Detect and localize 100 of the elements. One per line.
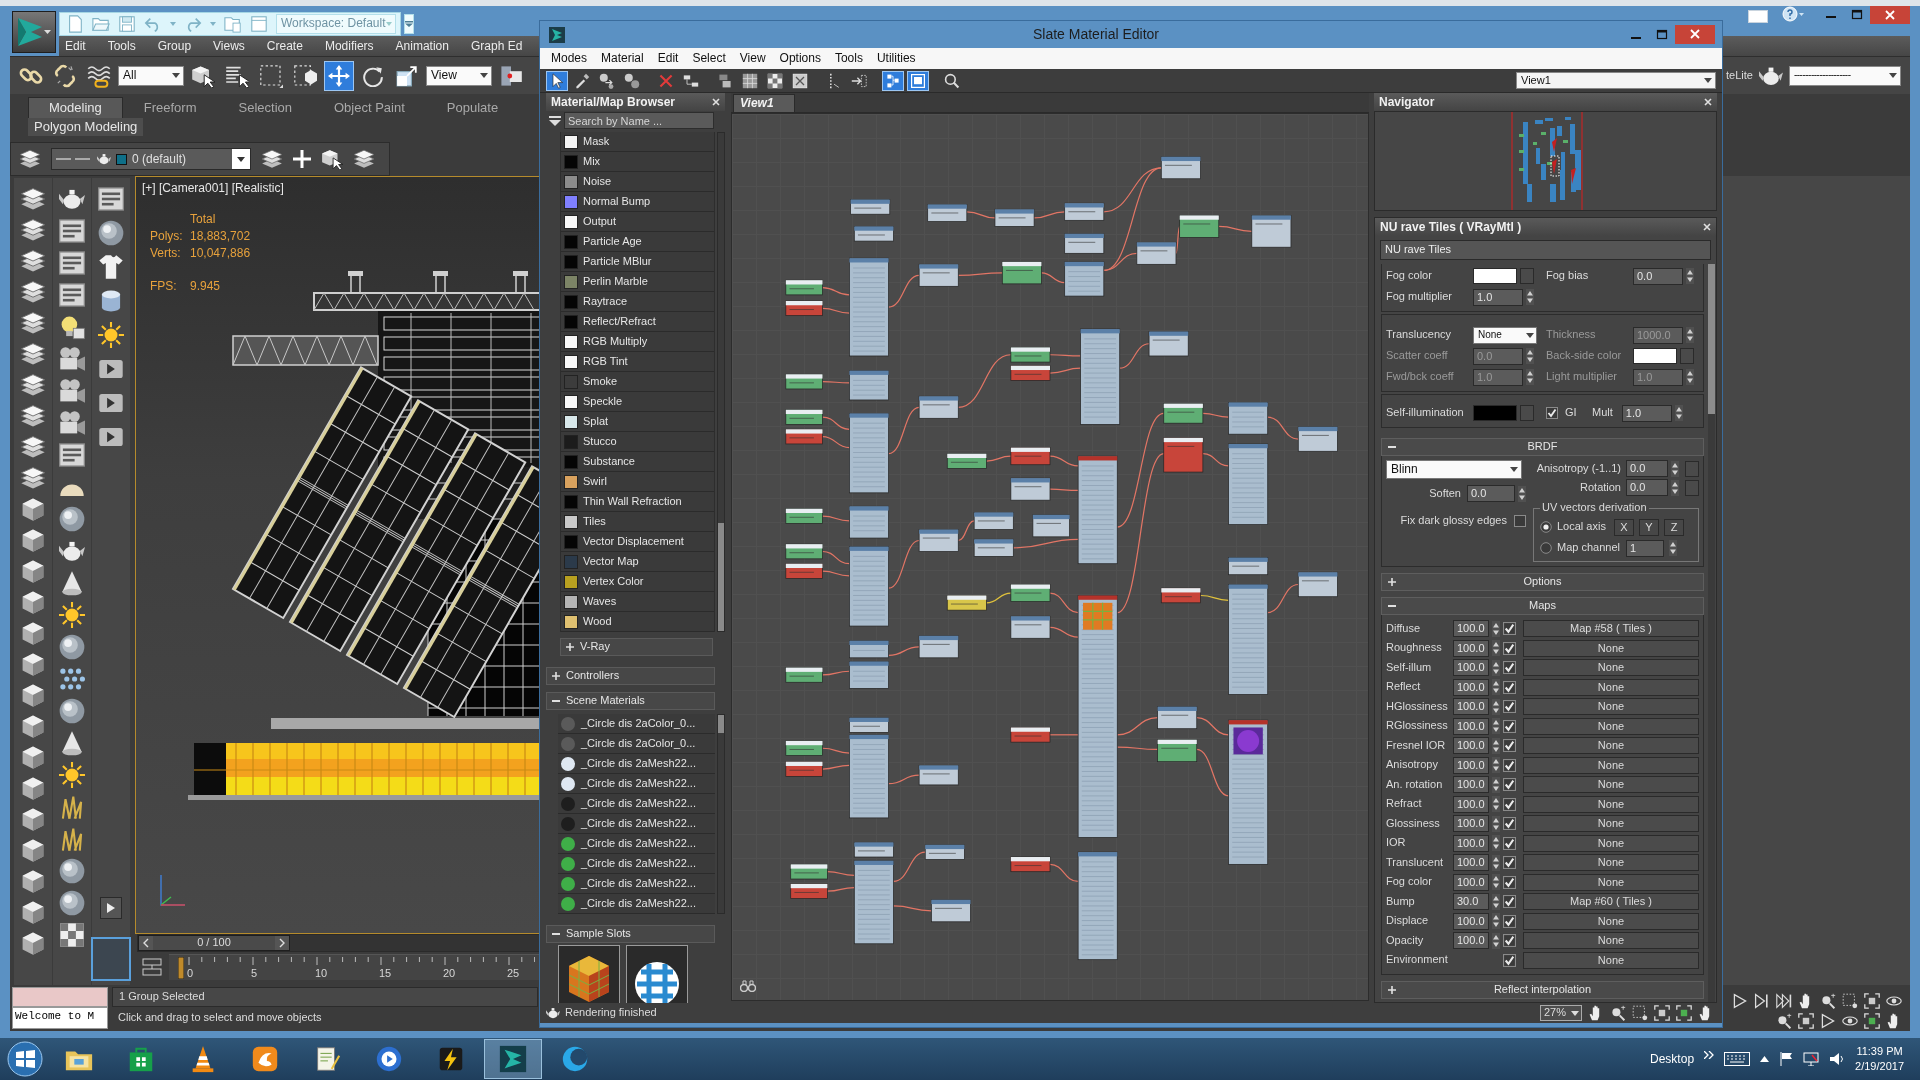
close-icon[interactable]	[1704, 98, 1712, 106]
layers-icon[interactable]	[20, 403, 46, 429]
checker-icon[interactable]	[59, 922, 85, 948]
material-name-field[interactable]: NU rave Tiles	[1380, 240, 1711, 260]
map-type-item[interactable]: Substance	[561, 452, 714, 472]
graph-node[interactable]	[1228, 719, 1269, 865]
sun-icon[interactable]	[59, 602, 85, 628]
graph-node[interactable]	[1179, 215, 1220, 238]
cube-icon[interactable]	[20, 899, 46, 925]
graph-node[interactable]	[1010, 447, 1051, 466]
graph-node[interactable]	[1010, 477, 1051, 501]
section-header[interactable]: Sample Slots	[546, 925, 715, 943]
cube-icon[interactable]	[20, 589, 46, 615]
map-type-item[interactable]: Reflect/Refract	[561, 312, 714, 332]
color-swatch[interactable]	[1473, 405, 1517, 421]
dashed-rectangle-icon[interactable]	[259, 63, 283, 88]
graph-node[interactable]	[849, 257, 889, 357]
graph-node[interactable]	[1001, 261, 1042, 285]
number-field[interactable]: 100.0	[1453, 756, 1489, 774]
cube-icon[interactable]	[20, 527, 46, 553]
ribbon-tab[interactable]: Object Paint	[313, 96, 426, 118]
spinner-arrows-icon[interactable]	[1492, 932, 1500, 949]
graph-node[interactable]	[1077, 595, 1118, 838]
cube-icon[interactable]	[20, 713, 46, 739]
map-slot-button[interactable]: None	[1523, 854, 1699, 871]
layers-icon[interactable]	[20, 186, 46, 212]
color-swatch[interactable]	[1473, 268, 1517, 284]
close-icon[interactable]	[1703, 223, 1711, 231]
spinner-arrows-icon[interactable]	[1492, 776, 1500, 793]
layers-icon[interactable]	[20, 217, 46, 243]
panel-icon[interactable]	[59, 442, 85, 468]
map-slot-button[interactable]: None	[1523, 873, 1699, 891]
layers-icon[interactable]	[20, 279, 46, 305]
map-type-item[interactable]: Tiles	[561, 512, 714, 532]
listener-input-field[interactable]	[12, 987, 108, 1007]
shirt-icon[interactable]	[98, 254, 124, 280]
number-field[interactable]: 100.0	[1453, 620, 1489, 637]
graph-node[interactable]	[1228, 443, 1269, 525]
number-field[interactable]: 100.0	[1453, 932, 1489, 949]
menu-item[interactable]: Animation	[384, 38, 460, 54]
scene-material-item[interactable]: _Circle dis 2aMesh22...	[558, 774, 715, 794]
spinner-arrows-icon[interactable]	[1492, 737, 1500, 754]
application-button[interactable]	[12, 11, 56, 53]
toolbar-label[interactable]: teLite	[1726, 68, 1753, 83]
graph-node[interactable]	[1032, 514, 1070, 538]
ribbon-tab[interactable]: Freeform	[122, 96, 218, 118]
map-slot-button[interactable]: None	[1523, 815, 1699, 832]
graph-node[interactable]	[785, 279, 823, 296]
checkbox[interactable]	[1503, 778, 1516, 791]
map-type-item[interactable]: Mix	[561, 152, 714, 172]
layers-icon[interactable]	[20, 465, 46, 491]
map-type-item[interactable]: Vector Map	[561, 552, 714, 572]
sphere-icon[interactable]	[59, 858, 85, 884]
last-frame-icon[interactable]	[1776, 993, 1792, 1009]
cube-icon[interactable]	[20, 775, 46, 801]
spinner-arrows-icon[interactable]	[1492, 854, 1500, 871]
previous-frame-button[interactable]	[139, 936, 153, 950]
scene-material-item[interactable]: _Circle dis 2aMesh22...	[558, 754, 715, 774]
map-type-item[interactable]: Vertex Color	[561, 572, 714, 592]
panel-icon[interactable]	[98, 186, 124, 212]
radio-button[interactable]	[1540, 542, 1552, 555]
customize-button[interactable]	[403, 13, 414, 34]
time-slider-track[interactable]: 0 / 100	[137, 934, 540, 952]
panel-icon[interactable]	[59, 218, 85, 244]
cube-icon[interactable]	[20, 930, 46, 956]
taskbar-app-button[interactable]	[484, 1039, 542, 1079]
spinner-arrows-icon[interactable]	[1674, 405, 1683, 421]
spinner-arrows-icon[interactable]	[1492, 679, 1500, 695]
checkbox[interactable]	[1503, 622, 1516, 635]
number-field[interactable]: 100.0	[1453, 795, 1489, 813]
cube-icon[interactable]	[20, 682, 46, 708]
map-type-item[interactable]: Mask	[561, 132, 714, 152]
spinner-arrows-icon[interactable]	[1492, 893, 1500, 910]
number-field[interactable]: 100.0	[1453, 873, 1489, 891]
number-field[interactable]: 0.0	[1626, 460, 1668, 477]
spinner-arrows-icon[interactable]	[1492, 757, 1500, 773]
map-slot-button[interactable]: None	[1523, 639, 1699, 657]
chevrons-icon[interactable]	[1704, 1051, 1715, 1059]
checkbox[interactable]	[1503, 797, 1516, 811]
graph-node[interactable]	[849, 640, 889, 659]
next-frame-icon[interactable]	[1754, 993, 1770, 1009]
spinner-arrows-icon[interactable]	[1492, 815, 1500, 832]
bracket-square-icon[interactable]	[1676, 1005, 1692, 1021]
spinner-arrows-icon[interactable]	[1686, 327, 1694, 343]
dashed-frame-cube-icon[interactable]	[293, 63, 317, 88]
number-field[interactable]: 100.0	[1453, 912, 1489, 930]
graph-node[interactable]	[853, 226, 894, 242]
number-field[interactable]: 100.0	[1453, 815, 1489, 832]
sphere-icon[interactable]	[59, 634, 85, 660]
menu-item[interactable]: Graph Ed	[459, 38, 534, 54]
cube-icon[interactable]	[20, 620, 46, 646]
scene-material-item[interactable]: _Circle dis 2aColor_0...	[558, 714, 715, 734]
spinner-arrows-icon[interactable]	[1492, 659, 1500, 676]
graph-node[interactable]	[1010, 584, 1051, 602]
spinner-arrows-icon[interactable]	[1492, 698, 1500, 715]
map-type-item[interactable]: Normal Bump	[561, 192, 714, 212]
checkbox[interactable]	[1546, 407, 1558, 419]
graph-node[interactable]	[1010, 727, 1051, 743]
checkbox[interactable]	[1503, 914, 1516, 928]
graph-node[interactable]	[918, 765, 959, 786]
